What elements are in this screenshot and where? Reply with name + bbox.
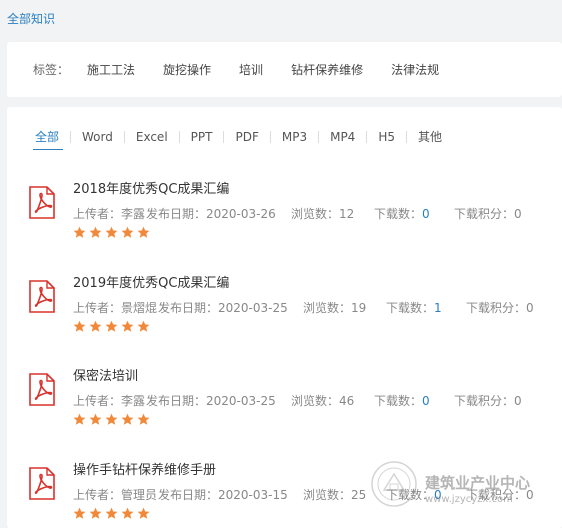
filter-word[interactable]: Word: [71, 130, 124, 144]
pdf-file-icon[interactable]: [29, 186, 55, 219]
breadcrumb[interactable]: 全部知识: [7, 10, 55, 27]
star-icon: [105, 226, 118, 238]
publish-date: 发布日期：2020-03-15: [158, 487, 288, 502]
download-points: 下载积分：0: [454, 394, 522, 408]
filter-ppt[interactable]: PPT: [180, 130, 224, 144]
tag-item-construction-method[interactable]: 施工工法: [87, 61, 135, 78]
star-icon: [121, 320, 134, 332]
star-icon: [137, 413, 150, 425]
document-title[interactable]: 2019年度优秀QC成果汇编: [73, 272, 229, 291]
filter-all[interactable]: 全部: [33, 128, 70, 145]
star-icon: [105, 320, 118, 332]
document-panel: 全部 Word Excel PPT PDF MP3 MP4 H5 其他 2018…: [7, 107, 562, 528]
pdf-file-icon[interactable]: [29, 279, 55, 313]
download-count: 下载数：1: [386, 299, 442, 316]
star-icon: [121, 226, 134, 238]
uploader: 上传者：李露: [73, 394, 146, 408]
publish-date: 发布日期：2020-03-25: [146, 394, 276, 408]
view-count: 浏览数：12: [291, 207, 355, 221]
uploader: 上传者：管理员: [73, 487, 158, 502]
download-count: 下载数：0: [374, 392, 430, 409]
star-icon: [89, 413, 102, 425]
download-count-value: 0: [422, 207, 430, 221]
document-title[interactable]: 操作手钻杆保养维修手册: [73, 459, 216, 478]
star-icon: [73, 226, 86, 238]
list-item: 2019年度优秀QC成果汇编 上传者：景熠焜 发布日期：2020-03-25 浏…: [7, 269, 562, 363]
download-points: 下载积分：0: [466, 487, 534, 502]
star-icon: [73, 507, 86, 519]
rating-stars: [73, 507, 150, 520]
rating-stars: [73, 320, 150, 333]
star-icon: [121, 507, 134, 519]
document-title[interactable]: 保密法培训: [73, 365, 138, 384]
filter-pdf[interactable]: PDF: [224, 130, 269, 144]
rating-stars: [73, 226, 150, 239]
filter-other[interactable]: 其他: [407, 128, 453, 145]
star-icon: [73, 413, 86, 425]
view-count: 浏览数：19: [303, 300, 367, 315]
uploader: 上传者：景熠焜: [73, 300, 158, 315]
list-item: 保密法培训 上传者：李露 发布日期：2020-03-25 浏览数：46 下载数：…: [7, 362, 562, 456]
download-points: 下载积分：0: [454, 207, 522, 221]
view-count: 浏览数：46: [291, 394, 355, 408]
star-icon: [105, 413, 118, 425]
filter-mp4[interactable]: MP4: [319, 130, 366, 144]
star-icon: [137, 320, 150, 332]
pdf-file-icon[interactable]: [29, 466, 55, 500]
tag-panel: 标签： 施工工法 旋挖操作 培训 钻杆保养维修 法律法规: [7, 42, 562, 97]
filter-excel[interactable]: Excel: [125, 130, 179, 144]
star-icon: [73, 320, 86, 332]
publish-date: 发布日期：2020-03-25: [158, 300, 288, 315]
document-title[interactable]: 2018年度优秀QC成果汇编: [73, 178, 229, 197]
download-count-value: 0: [434, 487, 442, 502]
list-item: 2018年度优秀QC成果汇编 上传者：李露 发布日期：2020-03-26 浏览…: [7, 175, 562, 269]
download-count-value: 1: [434, 300, 442, 315]
active-filter-underline: [33, 149, 63, 150]
download-points: 下载积分：0: [466, 300, 534, 315]
star-icon: [89, 507, 102, 519]
download-count: 下载数：0: [374, 205, 430, 222]
tag-item-laws[interactable]: 法律法规: [391, 61, 439, 78]
list-item: 操作手钻杆保养维修手册 上传者：管理员 发布日期：2020-03-15 浏览数：…: [7, 456, 562, 528]
star-icon: [137, 507, 150, 519]
star-icon: [89, 320, 102, 332]
star-icon: [121, 413, 134, 425]
tag-item-training[interactable]: 培训: [239, 61, 263, 78]
download-count-label: 下载数：: [386, 300, 435, 315]
tag-item-rotary-operation[interactable]: 旋挖操作: [163, 61, 211, 78]
star-icon: [105, 507, 118, 519]
download-count: 下载数：0: [386, 486, 442, 503]
download-count-value: 0: [422, 394, 430, 408]
star-icon: [137, 226, 150, 238]
download-count-label: 下载数：: [374, 394, 423, 408]
filter-mp3[interactable]: MP3: [271, 130, 318, 144]
tag-label: 标签：: [33, 63, 70, 77]
download-count-label: 下载数：: [386, 487, 435, 502]
document-list: 2018年度优秀QC成果汇编 上传者：李露 发布日期：2020-03-26 浏览…: [7, 175, 562, 528]
file-type-filter: 全部 Word Excel PPT PDF MP3 MP4 H5 其他: [33, 128, 453, 145]
download-count-label: 下载数：: [374, 207, 423, 221]
publish-date: 发布日期：2020-03-26: [146, 207, 276, 221]
view-count: 浏览数：25: [303, 487, 367, 502]
pdf-file-icon[interactable]: [29, 373, 55, 406]
filter-h5[interactable]: H5: [367, 130, 406, 144]
rating-stars: [73, 413, 150, 426]
tag-item-drill-rod-maintenance[interactable]: 钻杆保养维修: [291, 61, 363, 78]
star-icon: [89, 226, 102, 238]
uploader: 上传者：李露: [73, 207, 146, 221]
